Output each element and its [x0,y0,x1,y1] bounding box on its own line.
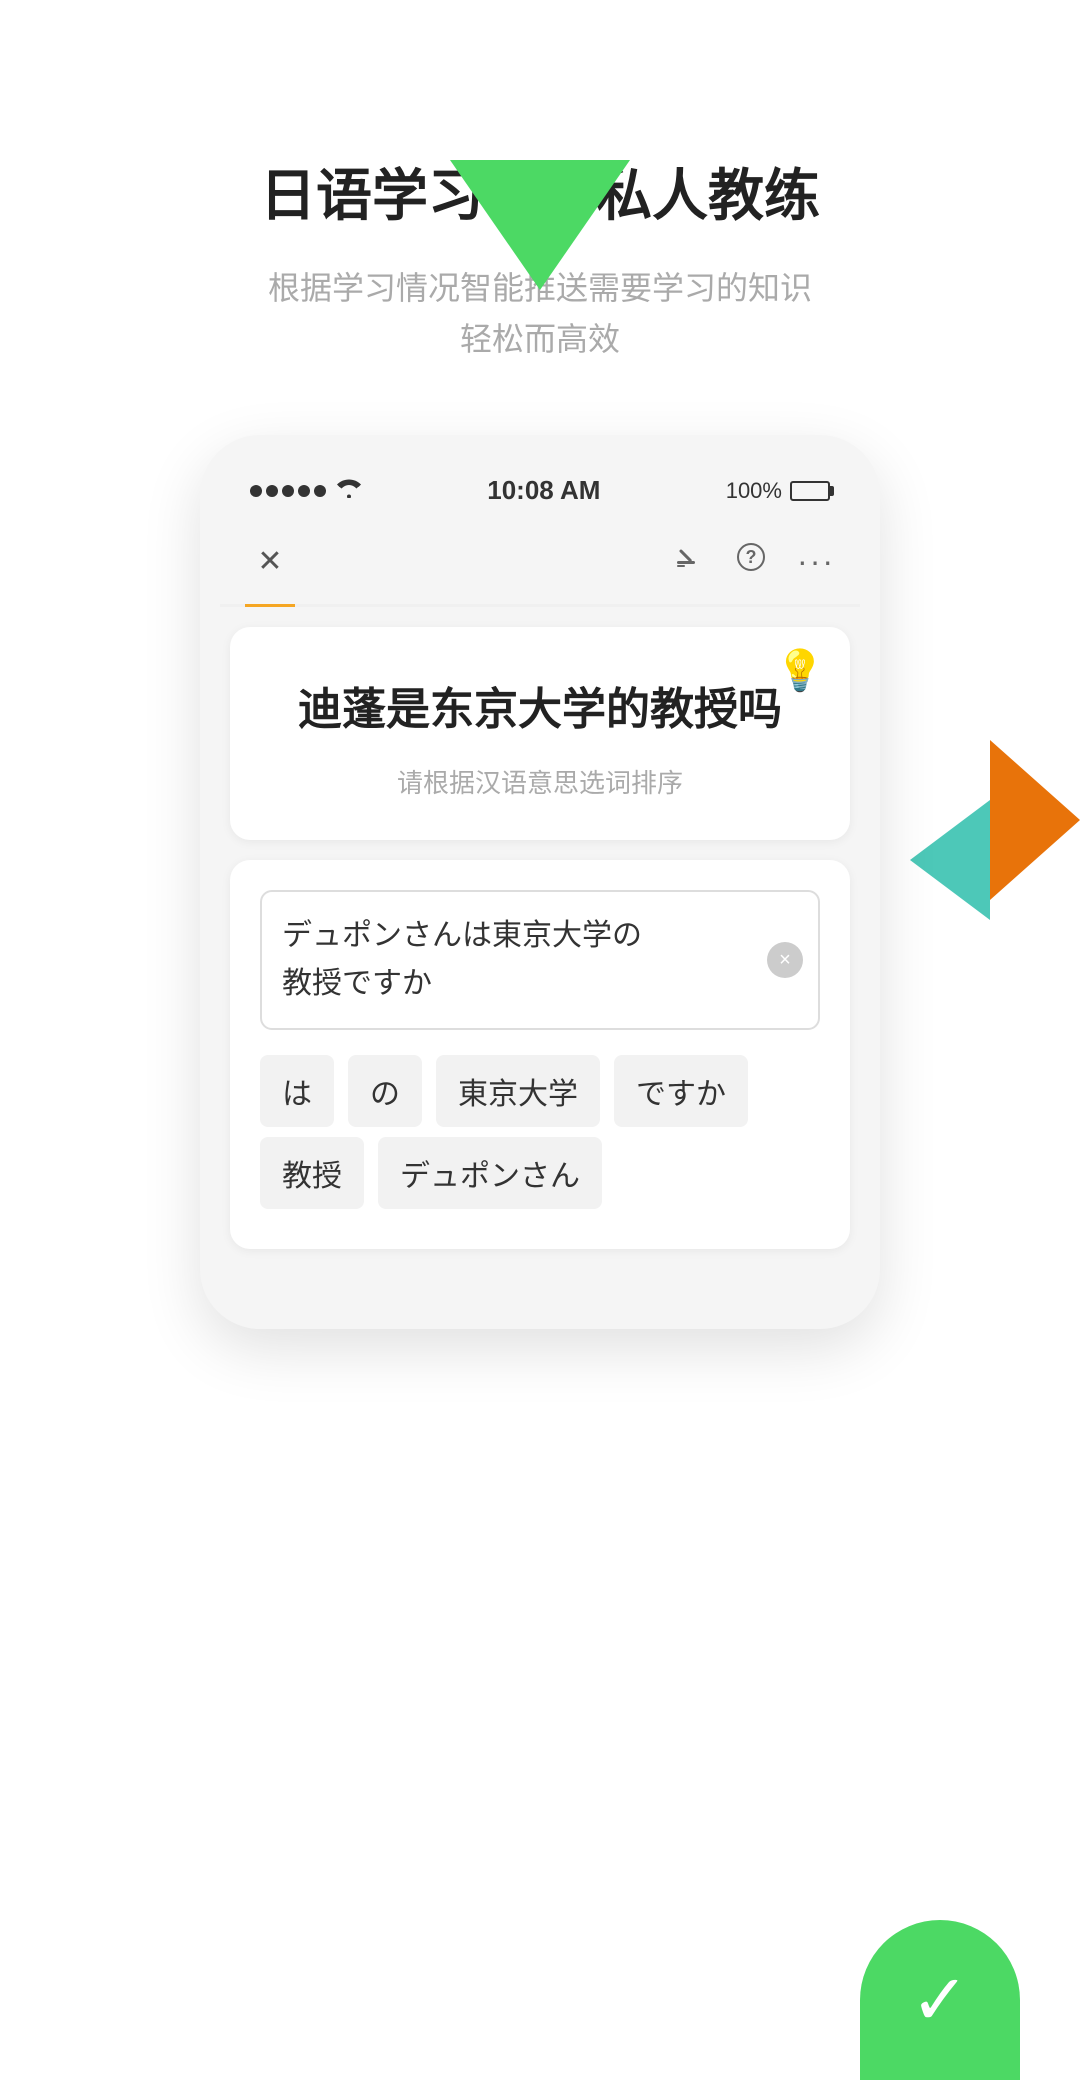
top-triangle-decoration [450,160,630,290]
hint-lightbulb-icon: 💡 [775,647,825,694]
wifi-icon [336,478,362,504]
close-icon: ✕ [257,544,282,579]
signal-dot-4 [298,485,310,497]
word-chips-row-1: は の 東京大学 ですか [260,1055,820,1127]
status-left [250,478,362,504]
battery-percent: 100% [726,478,782,504]
edit-icon[interactable] [673,541,705,581]
signal-dot-1 [250,485,262,497]
status-time: 10:08 AM [487,475,600,506]
question-hint-text: 请根据汉语意思选词排序 [270,763,810,800]
help-icon[interactable]: ? [735,541,767,581]
clear-answer-button[interactable]: × [767,942,803,978]
answer-card: デュポンさんは東京大学の教授ですか × は の 東京大学 ですか 教授 デュポン… [230,860,850,1249]
answer-input-text: デュポンさんは東京大学の教授ですか [282,912,768,1008]
status-bar: 10:08 AM 100% [220,465,860,516]
word-chip-desuka[interactable]: ですか [614,1055,748,1127]
signal-dot-5 [314,485,326,497]
question-text: 迪蓬是东京大学的教授吗 [270,677,810,743]
word-chip-no[interactable]: の [348,1055,422,1127]
word-chips-row-2: 教授 デュポンさん [260,1137,820,1209]
signal-dot-2 [266,485,278,497]
signal-dots [250,485,326,497]
word-chip-dupon[interactable]: デュポンさん [378,1137,602,1209]
svg-text:?: ? [746,547,757,567]
phone-mockup: 10:08 AM 100% ✕ ? [200,435,880,1329]
signal-dot-3 [282,485,294,497]
question-card: 💡 迪蓬是东京大学的教授吗 请根据汉语意思选词排序 [230,627,850,840]
word-chip-ha[interactable]: は [260,1055,334,1127]
checkmark-icon: ✓ [911,1965,970,2035]
nav-underline [245,604,295,607]
right-triangle-decoration [910,740,1080,950]
battery-icon [790,481,830,501]
nav-bar: ✕ ? ··· [220,526,860,607]
close-button[interactable]: ✕ [245,536,295,586]
status-right: 100% [726,478,830,504]
confirm-button[interactable]: ✓ [860,1920,1020,2080]
more-icon[interactable]: ··· [797,543,835,580]
answer-input-box[interactable]: デュポンさんは東京大学の教授ですか × [260,890,820,1030]
nav-icons: ? ··· [673,541,835,581]
word-chip-tokyo[interactable]: 東京大学 [436,1055,600,1127]
word-chip-kyoju[interactable]: 教授 [260,1137,364,1209]
